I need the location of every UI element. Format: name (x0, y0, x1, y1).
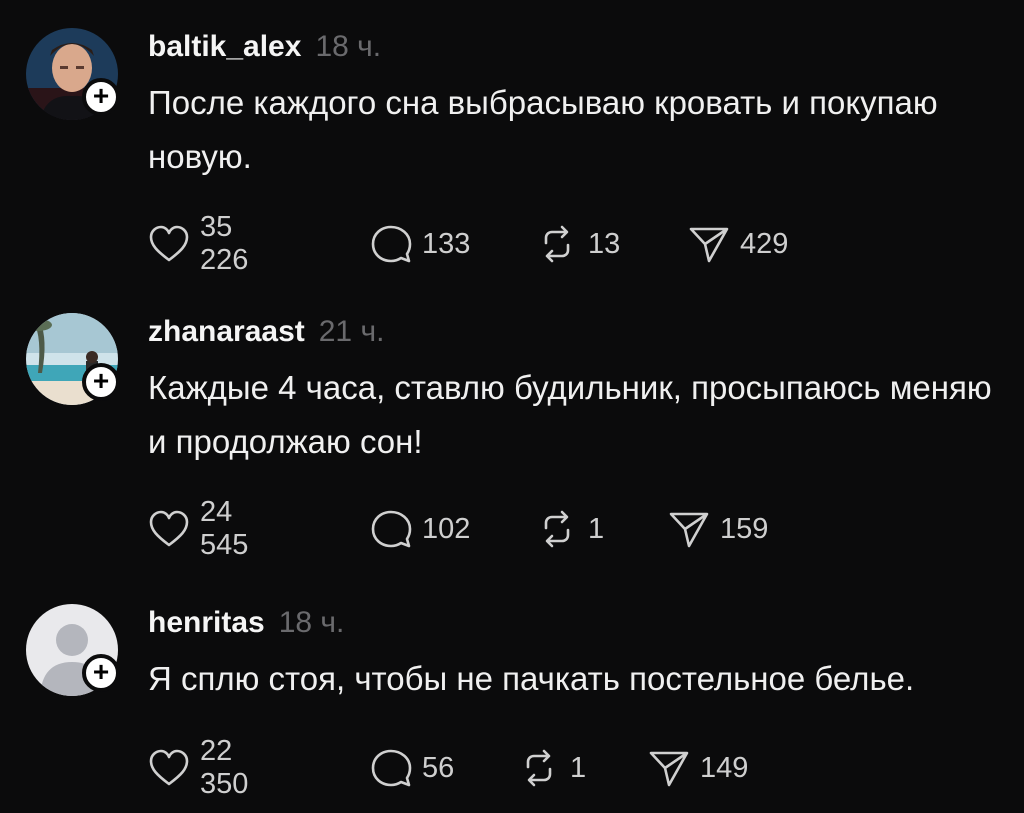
post-header: henritas 18 ч. (148, 606, 344, 640)
share-icon (689, 227, 729, 263)
heart-icon (149, 749, 189, 786)
like-count: 35 226 (200, 211, 249, 276)
share-button[interactable]: 159 (668, 507, 768, 551)
comment-button[interactable]: 56 (370, 746, 454, 790)
post-text: После каждого сна выбрасываю кровать и п… (148, 84, 938, 175)
repost-icon (526, 749, 552, 787)
post-text: Я сплю стоя, чтобы не пачкать постельное… (148, 660, 915, 697)
plus-icon: + (92, 656, 110, 687)
share-icon (669, 512, 709, 548)
avatar[interactable]: + (26, 313, 120, 405)
repost-button[interactable]: 1 (536, 507, 604, 551)
share-icon (649, 751, 689, 787)
heart-icon (149, 225, 189, 262)
comment-button[interactable]: 102 (370, 507, 470, 551)
comment-count: 102 (422, 512, 471, 545)
like-count: 24 545 (200, 496, 249, 561)
post-time: 18 ч. (315, 30, 382, 63)
like-button[interactable]: 35 226 (148, 211, 248, 276)
repost-count: 1 (588, 512, 605, 545)
post-header: zhanaraast 21 ч. (148, 315, 384, 349)
comment-button[interactable]: 133 (370, 222, 470, 266)
share-count: 149 (700, 751, 749, 784)
post-text: Каждые 4 часа, ставлю будильник, просыпа… (148, 369, 992, 460)
like-count: 22 350 (200, 735, 249, 800)
avatar[interactable]: + (26, 28, 120, 120)
comment-icon (371, 510, 412, 548)
like-button[interactable]: 24 545 (148, 496, 248, 561)
post-time: 18 ч. (278, 606, 345, 639)
follow-button[interactable]: + (82, 363, 120, 401)
repost-count: 1 (570, 751, 587, 784)
share-button[interactable]: 149 (648, 746, 748, 790)
post-header: baltik_alex 18 ч. (148, 30, 381, 64)
username[interactable]: baltik_alex (148, 30, 301, 63)
username[interactable]: zhanaraast (148, 315, 305, 348)
share-count: 429 (740, 227, 789, 260)
share-button[interactable]: 429 (688, 222, 788, 266)
post-time: 21 ч. (318, 315, 385, 348)
avatar[interactable]: + (26, 604, 120, 696)
comment-icon (371, 749, 412, 787)
repost-count: 13 (588, 227, 621, 260)
follow-button[interactable]: + (82, 78, 120, 116)
username[interactable]: henritas (148, 606, 265, 639)
repost-icon (544, 510, 570, 548)
plus-icon: + (92, 80, 110, 111)
heart-icon (149, 510, 189, 547)
repost-button[interactable]: 1 (518, 746, 586, 790)
repost-button[interactable]: 13 (536, 222, 620, 266)
comment-icon (371, 225, 412, 263)
comment-count: 56 (422, 751, 455, 784)
follow-button[interactable]: + (82, 654, 120, 692)
share-count: 159 (720, 512, 769, 545)
plus-icon: + (92, 365, 110, 396)
comment-count: 133 (422, 227, 471, 260)
repost-icon (544, 225, 570, 263)
like-button[interactable]: 22 350 (148, 735, 248, 800)
